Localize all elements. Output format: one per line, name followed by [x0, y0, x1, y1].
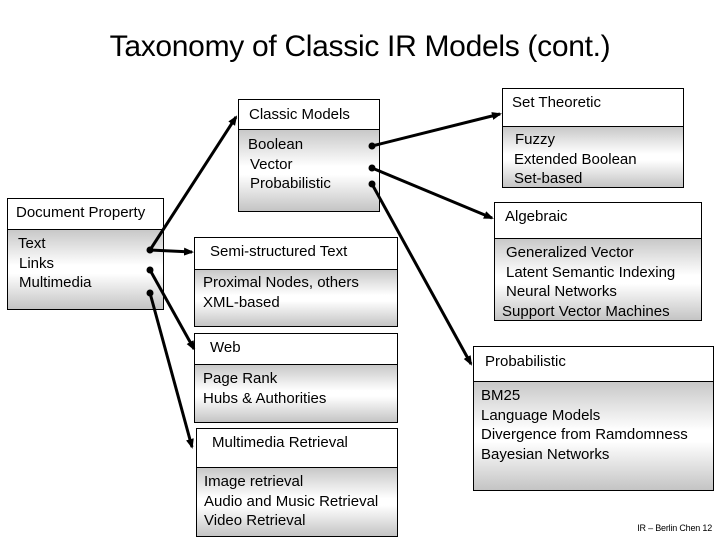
- box-body: BM25 Language Models Divergence from Ram…: [474, 382, 713, 490]
- set-theoretic-box: Set Theoretic Fuzzy Extended Boolean Set…: [502, 88, 684, 188]
- list-item: BM25: [481, 387, 521, 404]
- list-item: Language Models: [481, 406, 601, 424]
- box-header: Algebraic: [495, 203, 701, 239]
- list-item: Extended Boolean: [514, 150, 637, 168]
- list-item: Fuzzy: [515, 131, 556, 148]
- box-header: Multimedia Retrieval: [197, 429, 397, 468]
- list-item: Divergence from Ramdomness: [481, 426, 688, 443]
- slide-footer: IR – Berlin Chen 12: [637, 523, 712, 533]
- algebraic-box: Algebraic Generalized Vector Latent Sema…: [494, 202, 702, 321]
- list-item: Multimedia: [19, 274, 92, 291]
- list-item: Text: [18, 235, 46, 252]
- box-header: Semi-structured Text: [195, 238, 397, 270]
- box-header: Document Property: [8, 199, 163, 230]
- list-item: Links: [19, 254, 55, 272]
- box-header: Web: [195, 334, 397, 365]
- box-header: Classic Models: [239, 100, 379, 130]
- list-item: Bayesian Networks: [481, 445, 610, 463]
- list-item: Probabilistic: [250, 175, 331, 192]
- web-box: Web Page Rank Hubs & Authorities: [194, 333, 398, 423]
- box-body: Boolean Vector Probabilistic: [239, 130, 379, 211]
- list-item: Latent Semantic Indexing: [506, 263, 676, 281]
- list-item: Image retrieval: [204, 473, 304, 490]
- list-item: Page Rank: [203, 370, 278, 387]
- slide-title: Taxonomy of Classic IR Models (cont.): [109, 30, 611, 63]
- box-body: Generalized Vector Latent Semantic Index…: [495, 239, 701, 320]
- box-body: Text Links Multimedia: [8, 230, 163, 309]
- box-body: Image retrieval Audio and Music Retrieva…: [197, 468, 397, 536]
- arrow-boolean-to-set-theoretic: [371, 112, 502, 148]
- multimedia-retrieval-box: Multimedia Retrieval Image retrieval Aud…: [196, 428, 398, 537]
- list-item: Video Retrieval: [204, 512, 306, 529]
- list-item: Support Vector Machines: [502, 302, 670, 320]
- document-property-box: Document Property Text Links Multimedia: [7, 198, 164, 310]
- box-header: Set Theoretic: [503, 89, 683, 127]
- box-header: Probabilistic: [474, 347, 713, 382]
- box-body: Fuzzy Extended Boolean Set-based: [503, 127, 683, 187]
- arrow-vector-to-algebraic: [371, 166, 494, 220]
- list-item: Set-based: [514, 170, 583, 187]
- arrow-multimedia-to-multimedia-retrieval: [148, 292, 194, 449]
- list-item: Boolean: [248, 136, 304, 153]
- list-item: Hubs & Authorities: [203, 389, 327, 407]
- list-item: XML-based: [203, 293, 280, 311]
- probabilistic-box: Probabilistic BM25 Language Models Diver…: [473, 346, 714, 491]
- list-item: Proximal Nodes, others: [203, 274, 359, 291]
- semi-structured-text-box: Semi-structured Text Proximal Nodes, oth…: [194, 237, 398, 327]
- list-item: Vector: [250, 155, 293, 173]
- box-body: Proximal Nodes, others XML-based: [195, 270, 397, 326]
- classic-models-box: Classic Models Boolean Vector Probabilis…: [238, 99, 380, 212]
- list-item: Generalized Vector: [506, 244, 634, 261]
- list-item: Neural Networks: [506, 283, 617, 300]
- list-item: Audio and Music Retrieval: [204, 492, 379, 510]
- box-body: Page Rank Hubs & Authorities: [195, 365, 397, 422]
